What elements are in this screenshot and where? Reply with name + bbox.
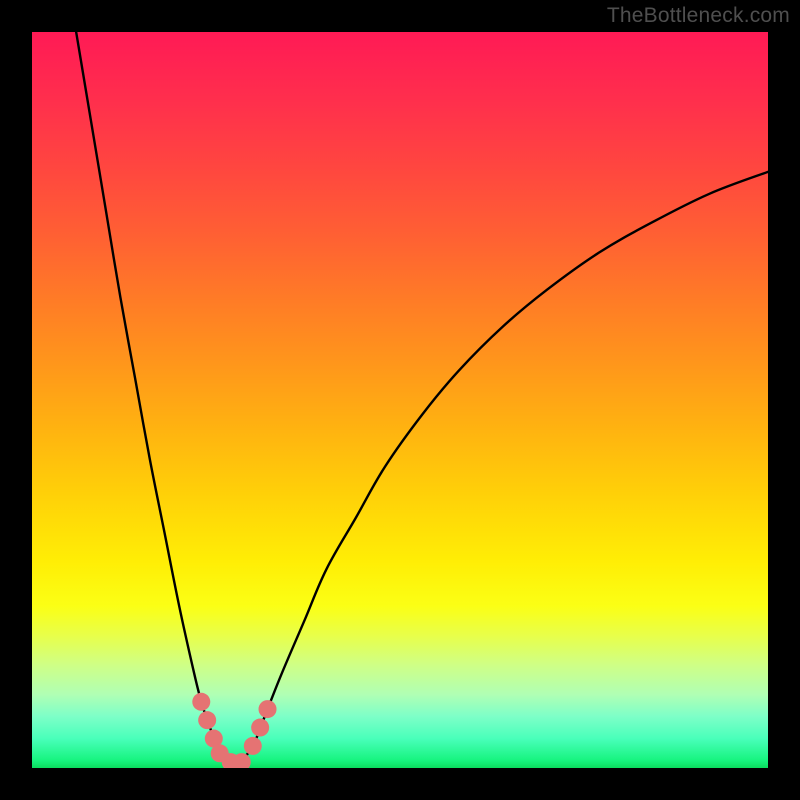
chart-frame: TheBottleneck.com (0, 0, 800, 800)
curve-layer (32, 32, 768, 768)
marker-dot (192, 693, 210, 711)
plot-area (32, 32, 768, 768)
marker-dot (251, 719, 269, 737)
watermark-text: TheBottleneck.com (607, 4, 790, 28)
marker-dot (259, 700, 277, 718)
marker-dot (198, 711, 216, 729)
marker-dot (244, 737, 262, 755)
curve-right-curve (238, 172, 768, 764)
curve-left-curve (76, 32, 238, 764)
